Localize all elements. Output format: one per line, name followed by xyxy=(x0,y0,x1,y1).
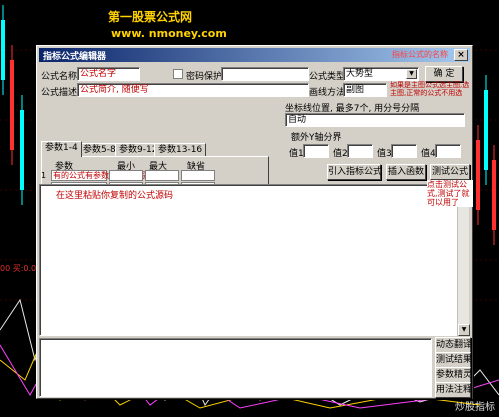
param-1-max[interactable] xyxy=(145,170,179,181)
draw-method-value: 副图 xyxy=(346,85,365,95)
coord-input[interactable]: 自动 xyxy=(285,113,465,127)
import-formula-button[interactable]: 引入指标公式 xyxy=(327,164,382,180)
value-1-label: 值1 xyxy=(289,149,304,159)
value-2-label: 值2 xyxy=(333,149,348,159)
extra-axis-label: 额外Y轴分界 xyxy=(291,133,342,143)
top-annotation: 指标公式的名称 xyxy=(392,50,448,59)
watermark: 炒股指标 xyxy=(455,402,495,413)
formula-name-input[interactable]: 公式名字 xyxy=(77,67,140,81)
formula-name-label: 公式名称 xyxy=(41,72,78,82)
param-wizard-button[interactable]: 参数精灵 xyxy=(435,367,472,383)
confirm-button[interactable]: 确 定 xyxy=(425,66,463,82)
param-1-default[interactable] xyxy=(181,170,215,181)
chevron-down-icon[interactable]: ▼ xyxy=(406,69,417,79)
param-1-min[interactable] xyxy=(109,170,143,181)
value-1-input[interactable] xyxy=(303,144,329,158)
value-4-label: 值4 xyxy=(421,149,436,159)
formula-desc-input[interactable]: 公式简介, 随便写 xyxy=(77,83,309,97)
scroll-down-icon[interactable]: ▼ xyxy=(458,324,470,336)
value-2-input[interactable] xyxy=(347,144,373,158)
formula-editor-window: 指标公式编辑器 × 指标公式的名称 公式名称 公式名字 密码保护 公式类型 大势… xyxy=(36,45,473,399)
value-3-input[interactable] xyxy=(391,144,417,158)
tab-params-13-16[interactable]: 参数13-16 xyxy=(154,143,207,157)
formula-source-editor[interactable]: 在这里粘贴你复制的公式源码 xyxy=(39,184,457,336)
value-4-input[interactable] xyxy=(435,144,461,158)
output-panel[interactable] xyxy=(39,338,432,397)
test-result-button[interactable]: 测试结果 xyxy=(435,352,472,368)
window-title: 指标公式编辑器 xyxy=(43,52,107,62)
dynamic-translate-button[interactable]: 动态翻译 xyxy=(435,337,472,353)
param-row-1-num: 1 xyxy=(41,171,47,180)
value-3-label: 值3 xyxy=(377,149,392,159)
candle-body xyxy=(20,110,24,190)
candle-body xyxy=(484,90,488,170)
test-annotation: 点击测试公式,测试了就可以用了 xyxy=(427,180,473,207)
formula-type-value: 大势型 xyxy=(346,69,374,79)
candle-body xyxy=(1,20,5,80)
candle-body xyxy=(492,160,496,230)
tab-params-1-4[interactable]: 参数1-4 xyxy=(41,141,82,157)
formula-type-label: 公式类型 xyxy=(309,72,346,82)
type-annotation: 如果是主图公式选主图,选主图,正常的公式不用选 xyxy=(390,81,470,97)
draw-method-label: 画线方法 xyxy=(309,88,346,98)
site-url: www. nmoney.com xyxy=(111,27,227,40)
close-icon[interactable]: × xyxy=(454,49,468,61)
candle-body xyxy=(10,60,14,150)
formula-type-select[interactable]: 大势型 ▼ xyxy=(343,67,419,81)
password-input[interactable] xyxy=(221,67,309,81)
password-checkbox[interactable] xyxy=(173,69,183,79)
candle-body xyxy=(476,140,480,210)
site-title: 第一股票公式网 xyxy=(108,10,193,24)
password-label: 密码保护 xyxy=(186,72,223,82)
draw-method-select[interactable]: 副图 xyxy=(343,83,387,97)
param-1-name[interactable]: 有的公式有参数, 在这里写 xyxy=(51,170,146,181)
tab-params-5-8[interactable]: 参数5-8 xyxy=(79,143,120,157)
formula-desc-label: 公式描述 xyxy=(41,88,78,98)
usage-notes-button[interactable]: 用法注释 xyxy=(435,382,472,398)
test-formula-button[interactable]: 测试公式 xyxy=(430,164,470,180)
insert-function-button[interactable]: 插入函数 xyxy=(386,164,426,180)
editor-placeholder: 在这里粘贴你复制的公式源码 xyxy=(56,191,174,201)
